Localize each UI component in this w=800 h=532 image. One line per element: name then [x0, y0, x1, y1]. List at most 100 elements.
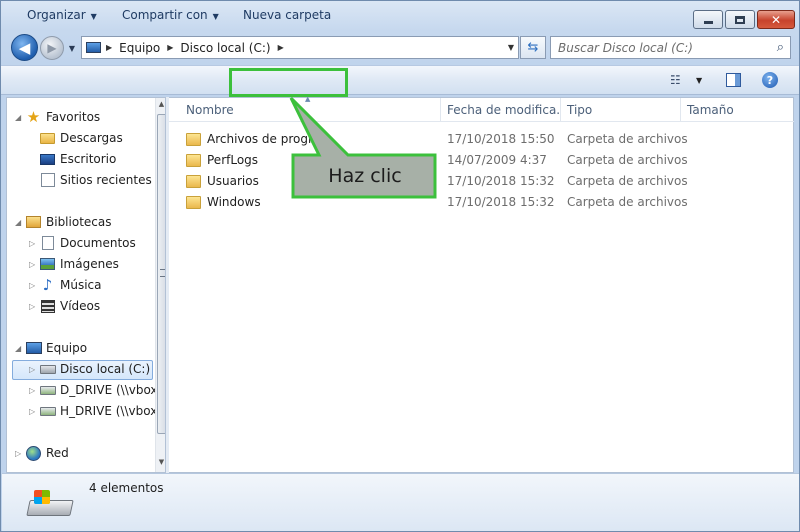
share-with-label: Compartir con: [122, 8, 208, 22]
collapsed-arrow-icon[interactable]: ▷: [29, 407, 39, 416]
nav-scrollbar[interactable]: ▲ ▼: [155, 98, 165, 472]
close-button[interactable]: ✕: [757, 10, 795, 29]
file-type: Carpeta de archivos: [567, 153, 688, 167]
collapsed-arrow-icon[interactable]: ▷: [29, 281, 39, 290]
back-button[interactable]: ◀: [11, 34, 38, 61]
callout-text: Haz clic: [328, 165, 402, 187]
grip-icon: [160, 269, 165, 277]
column-header-nombre[interactable]: Nombre: [180, 98, 441, 122]
local-disk-icon: [26, 490, 74, 518]
folder-icon: [186, 175, 201, 188]
nav-h-drive[interactable]: ▷ H_DRIVE (\\vboxs: [29, 401, 164, 421]
highlight-box: [229, 68, 348, 97]
collapsed-arrow-icon[interactable]: ▷: [15, 449, 25, 458]
file-row[interactable]: Archivos de programa 17/10/2018 15:50 Ca…: [181, 129, 771, 150]
nav-favoritos[interactable]: ◢ ★ Favoritos: [15, 107, 100, 127]
nav-red[interactable]: ▷ Red: [15, 443, 69, 463]
pictures-icon: [39, 257, 56, 272]
file-type: Carpeta de archivos: [567, 132, 688, 146]
item-count: 4 elementos: [89, 481, 164, 495]
minimize-button[interactable]: [693, 10, 723, 29]
nav-label: Escritorio: [60, 152, 117, 166]
expanded-arrow-icon[interactable]: ◢: [15, 344, 25, 353]
details-pane: 4 elementos: [2, 473, 799, 531]
nav-label: Descargas: [60, 131, 123, 145]
scroll-up-icon[interactable]: ▲: [156, 100, 165, 108]
forward-arrow-icon: ▶: [47, 41, 57, 55]
organize-button[interactable]: Organizar ▼: [27, 8, 97, 22]
scroll-down-icon[interactable]: ▼: [156, 458, 165, 466]
nav-documentos[interactable]: ▷ Documentos: [29, 233, 136, 253]
column-headers: ▲ Nombre Fecha de modifica... Tipo Tamañ…: [169, 95, 794, 122]
breadcrumb-separator-icon: ▶: [167, 43, 174, 52]
nav-imagenes[interactable]: ▷ Imágenes: [29, 254, 119, 274]
libraries-icon: [25, 215, 42, 230]
collapsed-arrow-icon[interactable]: ▷: [29, 365, 39, 374]
search-input[interactable]: [551, 40, 761, 55]
minimize-icon: [703, 21, 713, 24]
share-with-button[interactable]: Compartir con ▼: [122, 8, 219, 22]
recent-pages-button[interactable]: ▼: [66, 42, 78, 54]
network-icon: [25, 445, 42, 461]
preview-pane-button[interactable]: [726, 73, 741, 87]
breadcrumb-separator-icon: ▶: [106, 43, 113, 52]
search-box[interactable]: ⌕: [550, 36, 791, 59]
navigation-pane: ◢ ★ Favoritos Descargas Escritorio Sitio…: [6, 97, 166, 473]
file-date: 17/10/2018 15:32: [447, 174, 555, 188]
breadcrumb-equipo[interactable]: Equipo: [114, 41, 165, 55]
file-date: 14/07/2009 4:37: [447, 153, 547, 167]
help-icon: ?: [766, 73, 774, 87]
file-row[interactable]: Usuarios 17/10/2018 15:32 Carpeta de arc…: [181, 171, 771, 192]
chevron-down-icon[interactable]: ▼: [696, 76, 702, 85]
column-header-tipo[interactable]: Tipo: [561, 98, 681, 122]
expanded-arrow-icon[interactable]: ◢: [15, 218, 25, 227]
new-folder-label: Nueva carpeta: [243, 8, 332, 22]
collapsed-arrow-icon[interactable]: ▷: [29, 302, 39, 311]
collapsed-arrow-icon[interactable]: ▷: [29, 386, 39, 395]
folder-icon: [186, 154, 201, 167]
scroll-thumb[interactable]: [157, 114, 165, 434]
music-icon: ♪: [42, 276, 53, 294]
network-drive-icon: [39, 383, 56, 398]
nav-descargas[interactable]: Descargas: [39, 128, 123, 148]
help-button[interactable]: ?: [762, 72, 778, 88]
chevron-down-icon: ▼: [212, 12, 219, 21]
collapsed-arrow-icon[interactable]: ▷: [29, 239, 39, 248]
breadcrumb-separator-icon: ▶: [277, 43, 284, 52]
change-view-button[interactable]: ☷: [670, 73, 681, 87]
nav-label: D_DRIVE (\\vboxs: [60, 383, 164, 397]
file-name: Windows: [207, 195, 261, 209]
nav-label: Música: [60, 278, 102, 292]
nav-musica[interactable]: ▷ ♪ Música: [29, 275, 102, 295]
nav-disco-local[interactable]: ▷ Disco local (C:): [29, 359, 150, 379]
column-header-fecha[interactable]: Fecha de modifica...: [441, 98, 561, 122]
nav-videos[interactable]: ▷ Vídeos: [29, 296, 100, 316]
file-row[interactable]: Windows 17/10/2018 15:32 Carpeta de arch…: [181, 192, 771, 213]
nav-label: Bibliotecas: [46, 215, 112, 229]
organize-label: Organizar: [27, 8, 86, 22]
nav-label: Imágenes: [60, 257, 119, 271]
chevron-down-icon: ▼: [68, 43, 76, 53]
nav-equipo[interactable]: ◢ Equipo: [15, 338, 87, 358]
maximize-button[interactable]: [725, 10, 755, 29]
file-row[interactable]: PerfLogs 14/07/2009 4:37 Carpeta de arch…: [181, 150, 771, 171]
file-type: Carpeta de archivos: [567, 174, 688, 188]
new-folder-button[interactable]: Nueva carpeta: [243, 8, 331, 22]
chevron-down-icon[interactable]: ▼: [508, 43, 514, 52]
details-view-icon: ☷: [670, 73, 681, 87]
nav-sitios-recientes[interactable]: Sitios recientes: [39, 170, 152, 190]
refresh-icon: ⇆: [527, 40, 539, 55]
expanded-arrow-icon[interactable]: ◢: [15, 113, 25, 122]
breadcrumb-disco-local[interactable]: Disco local (C:): [175, 41, 275, 55]
column-header-tamano[interactable]: Tamaño: [681, 98, 761, 122]
star-icon: ★: [26, 108, 41, 126]
recent-places-icon: [39, 173, 56, 188]
nav-bibliotecas[interactable]: ◢ Bibliotecas: [15, 212, 111, 232]
nav-escritorio[interactable]: Escritorio: [39, 149, 116, 169]
search-icon[interactable]: ⌕: [777, 40, 784, 55]
address-bar[interactable]: ▶ Equipo ▶ Disco local (C:) ▶ ▼: [81, 36, 519, 59]
refresh-button[interactable]: ⇆: [520, 36, 546, 59]
nav-d-drive[interactable]: ▷ D_DRIVE (\\vboxs: [29, 380, 164, 400]
collapsed-arrow-icon[interactable]: ▷: [29, 260, 39, 269]
forward-button[interactable]: ▶: [40, 36, 64, 60]
